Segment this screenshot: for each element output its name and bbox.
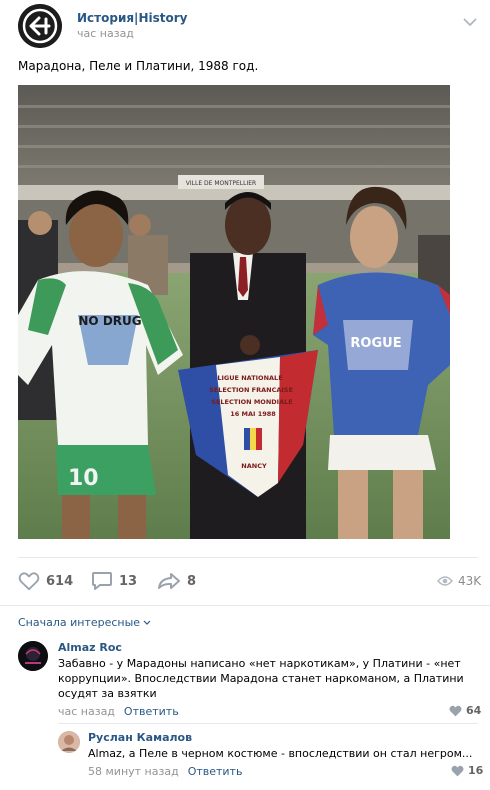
post-actions: 614 13 8 43K <box>0 568 490 594</box>
heart-icon <box>451 765 464 776</box>
comment-timestamp[interactable]: 58 минут назад <box>88 765 179 778</box>
heart-icon <box>18 572 40 591</box>
pennant-line-3: SELECTION MONDIALE <box>211 398 292 406</box>
shorts-number: 10 <box>68 466 99 491</box>
comment-icon <box>92 572 112 590</box>
pennant-line-4: 16 MAI 1988 <box>230 410 276 418</box>
comments-sort-label: Сначала интересные <box>18 616 141 629</box>
pennant-line-2: SELECTION FRANCAISE <box>209 386 293 394</box>
views-counter: 43K <box>437 568 481 594</box>
comment-author-link[interactable]: Almaz Roc <box>58 641 122 654</box>
reply-button[interactable]: Ответить <box>188 765 243 778</box>
comment-like-count: 64 <box>466 704 482 717</box>
comment-meta: 58 минут назад Ответить <box>88 765 242 778</box>
community-name-link[interactable]: История|History <box>77 11 187 25</box>
views-count: 43K <box>458 574 482 588</box>
comment-like-button[interactable]: 16 <box>451 764 483 777</box>
reply-button[interactable]: Ответить <box>124 705 179 718</box>
comment-text: Almaz, а Пеле в черном костюме - впослед… <box>88 747 473 760</box>
post-text: Марадона, Пеле и Платини, 1988 год. <box>18 59 259 73</box>
like-button[interactable]: 614 <box>18 568 73 594</box>
share-count: 8 <box>187 573 197 589</box>
comment-button[interactable]: 13 <box>91 568 137 594</box>
shirt-right-text: ROGUE <box>350 336 401 351</box>
comment-count: 13 <box>119 573 138 589</box>
community-avatar[interactable] <box>18 4 62 48</box>
post-timestamp[interactable]: час назад <box>77 27 134 40</box>
stadium-banner-text: VILLE DE MONTPELLIER <box>186 180 256 187</box>
share-button[interactable]: 8 <box>157 568 196 594</box>
divider <box>18 557 478 558</box>
like-count: 614 <box>46 573 74 589</box>
comments-sort-dropdown[interactable]: Сначала интересные <box>18 616 151 629</box>
comment-avatar[interactable] <box>58 731 80 753</box>
comment-text: Забавно - у Марадоны написано «нет нарко… <box>58 657 464 700</box>
shirt-left-text: NO DRUG <box>78 314 141 328</box>
comment-avatar[interactable] <box>18 641 48 671</box>
chevron-down-icon <box>143 620 151 625</box>
eye-icon <box>437 576 453 586</box>
pennant-line-5: NANCY <box>241 462 267 470</box>
divider <box>0 605 490 606</box>
comment-meta: час назад Ответить <box>58 705 179 718</box>
comment-like-count: 16 <box>468 764 484 777</box>
heart-icon <box>449 705 462 716</box>
post-header: История|History час назад <box>0 0 490 52</box>
comment-author-link[interactable]: Руслан Камалов <box>88 731 192 744</box>
divider <box>58 723 478 724</box>
pennant-line-1: LIGUE NATIONALE <box>217 374 282 382</box>
share-icon <box>158 573 180 589</box>
comment-timestamp[interactable]: час назад <box>58 705 115 718</box>
chevron-down-icon[interactable] <box>462 13 478 27</box>
post-photo[interactable]: VILLE DE MONTPELLIER NO DRUG 10 ROGUE LI… <box>18 85 450 539</box>
comment-like-button[interactable]: 64 <box>449 704 481 717</box>
